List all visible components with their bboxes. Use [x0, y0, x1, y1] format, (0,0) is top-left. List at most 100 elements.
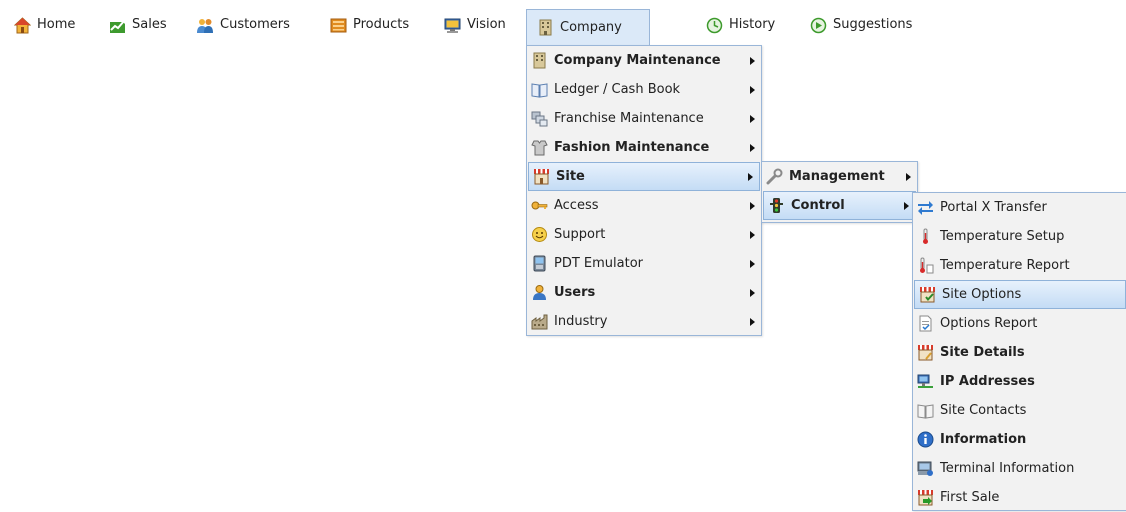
monitor-icon [444, 18, 461, 33]
menu-item-access[interactable]: Access [527, 191, 761, 220]
nav-suggestions[interactable]: Suggestions [810, 12, 912, 38]
menu-item-support[interactable]: Support [527, 220, 761, 249]
store-details-icon [918, 345, 933, 361]
menu-item-label: Industry [554, 314, 608, 329]
menu-item-label: Franchise Maintenance [554, 111, 704, 126]
menu-item-label: Company Maintenance [554, 53, 721, 68]
nav-company[interactable]: Company [526, 9, 650, 45]
menu-item-fashion-maintenance[interactable]: Fashion Maintenance [527, 133, 761, 162]
submenu-arrow-icon [750, 288, 755, 297]
building-icon [533, 52, 546, 69]
nav-history-label: History [729, 17, 776, 32]
menu-item-label: Options Report [940, 316, 1038, 331]
thermometer-report-icon [920, 257, 934, 274]
menu-item-label: Terminal Information [940, 461, 1075, 476]
products-icon [330, 18, 347, 32]
menu-item-label: Ledger / Cash Book [554, 82, 681, 97]
menu-item-industry[interactable]: Industry [527, 307, 761, 336]
menu-item-site[interactable]: Site [528, 162, 760, 191]
store-options-icon [920, 287, 935, 303]
thermometer-icon [923, 228, 928, 244]
company-menu: Company Maintenance Ledger / Cash Book F… [526, 45, 762, 336]
menu-item-site-details[interactable]: Site Details [913, 338, 1126, 367]
menu-item-portal-x-transfer[interactable]: Portal X Transfer [913, 193, 1126, 222]
menu-item-first-sale[interactable]: First Sale [913, 483, 1126, 512]
submenu-arrow-icon [750, 85, 755, 94]
nav-vision[interactable]: Vision [444, 12, 506, 38]
history-icon [706, 17, 723, 33]
submenu-arrow-icon [750, 230, 755, 239]
menu-item-information[interactable]: Information [913, 425, 1126, 454]
site-submenu: Management Control [761, 161, 918, 223]
report-icon [919, 315, 932, 332]
terminal-icon [917, 461, 933, 476]
menu-item-options-report[interactable]: Options Report [913, 309, 1126, 338]
menu-item-label: Fashion Maintenance [554, 140, 710, 155]
menu-item-temperature-setup[interactable]: Temperature Setup [913, 222, 1126, 251]
menu-item-users[interactable]: Users [527, 278, 761, 307]
suggestions-icon [810, 17, 827, 33]
nav-customers[interactable]: Customers [197, 12, 290, 38]
menu-item-label: Temperature Report [940, 258, 1070, 273]
menu-item-franchise-maintenance[interactable]: Franchise Maintenance [527, 104, 761, 133]
menu-item-ip-addresses[interactable]: IP Addresses [913, 367, 1126, 396]
menu-item-label: Management [789, 169, 885, 184]
device-icon [533, 255, 546, 272]
menu-item-label: Control [791, 198, 845, 213]
submenu-arrow-icon [750, 317, 755, 326]
menu-item-site-contacts[interactable]: Site Contacts [913, 396, 1126, 425]
smiley-icon [532, 227, 547, 242]
menu-item-company-maintenance[interactable]: Company Maintenance [527, 46, 761, 75]
store-icon [534, 169, 549, 185]
nav-history[interactable]: History [706, 12, 775, 38]
menu-item-label: IP Addresses [940, 374, 1035, 389]
home-icon [14, 16, 31, 33]
menu-item-label: PDT Emulator [554, 256, 644, 271]
factory-icon [531, 314, 548, 330]
menu-item-label: First Sale [940, 490, 1000, 505]
submenu-arrow-icon [750, 56, 755, 65]
user-icon [533, 285, 546, 300]
submenu-arrow-icon [906, 172, 911, 181]
submenu-arrow-icon [904, 201, 909, 210]
control-submenu: Portal X Transfer Temperature Setup Temp… [912, 192, 1126, 511]
menu-item-management[interactable]: Management [762, 162, 917, 191]
network-icon [917, 374, 933, 388]
menu-item-control[interactable]: Control [763, 191, 916, 220]
nav-customers-label: Customers [220, 17, 290, 32]
menu-item-label: Site Details [940, 345, 1025, 360]
fashion-icon [531, 140, 548, 156]
submenu-arrow-icon [750, 143, 755, 152]
customers-icon [197, 18, 213, 33]
menu-item-label: Access [554, 198, 599, 213]
submenu-arrow-icon [750, 114, 755, 123]
building-icon [539, 19, 552, 36]
menu-item-site-options[interactable]: Site Options [914, 280, 1126, 309]
nav-products[interactable]: Products [330, 12, 409, 38]
menu-item-label: Users [554, 285, 596, 300]
nav-home-label: Home [37, 17, 76, 32]
info-icon [917, 431, 934, 448]
menu-item-ledger-cash-book[interactable]: Ledger / Cash Book [527, 75, 761, 104]
nav-products-label: Products [353, 17, 410, 32]
nav-home[interactable]: Home [14, 12, 75, 38]
key-icon [531, 201, 548, 210]
menu-item-terminal-information[interactable]: Terminal Information [913, 454, 1126, 483]
transfer-icon [918, 201, 933, 215]
menu-item-temperature-report[interactable]: Temperature Report [913, 251, 1126, 280]
nav-sales-label: Sales [132, 17, 167, 32]
submenu-arrow-icon [750, 259, 755, 268]
nav-sales[interactable]: Sales [109, 12, 167, 38]
sales-chart-icon [110, 19, 125, 33]
nav-suggestions-label: Suggestions [833, 17, 913, 32]
nav-company-label: Company [560, 19, 622, 35]
menu-item-pdt-emulator[interactable]: PDT Emulator [527, 249, 761, 278]
menu-item-label: Information [940, 432, 1027, 447]
traffic-light-icon [770, 198, 783, 213]
nav-vision-label: Vision [467, 17, 506, 32]
menu-item-label: Support [554, 227, 606, 242]
menu-item-label: Portal X Transfer [940, 200, 1047, 215]
menu-item-label: Temperature Setup [940, 229, 1065, 244]
menu-item-label: Site [556, 169, 585, 184]
menu-item-label: Site Options [942, 287, 1022, 302]
